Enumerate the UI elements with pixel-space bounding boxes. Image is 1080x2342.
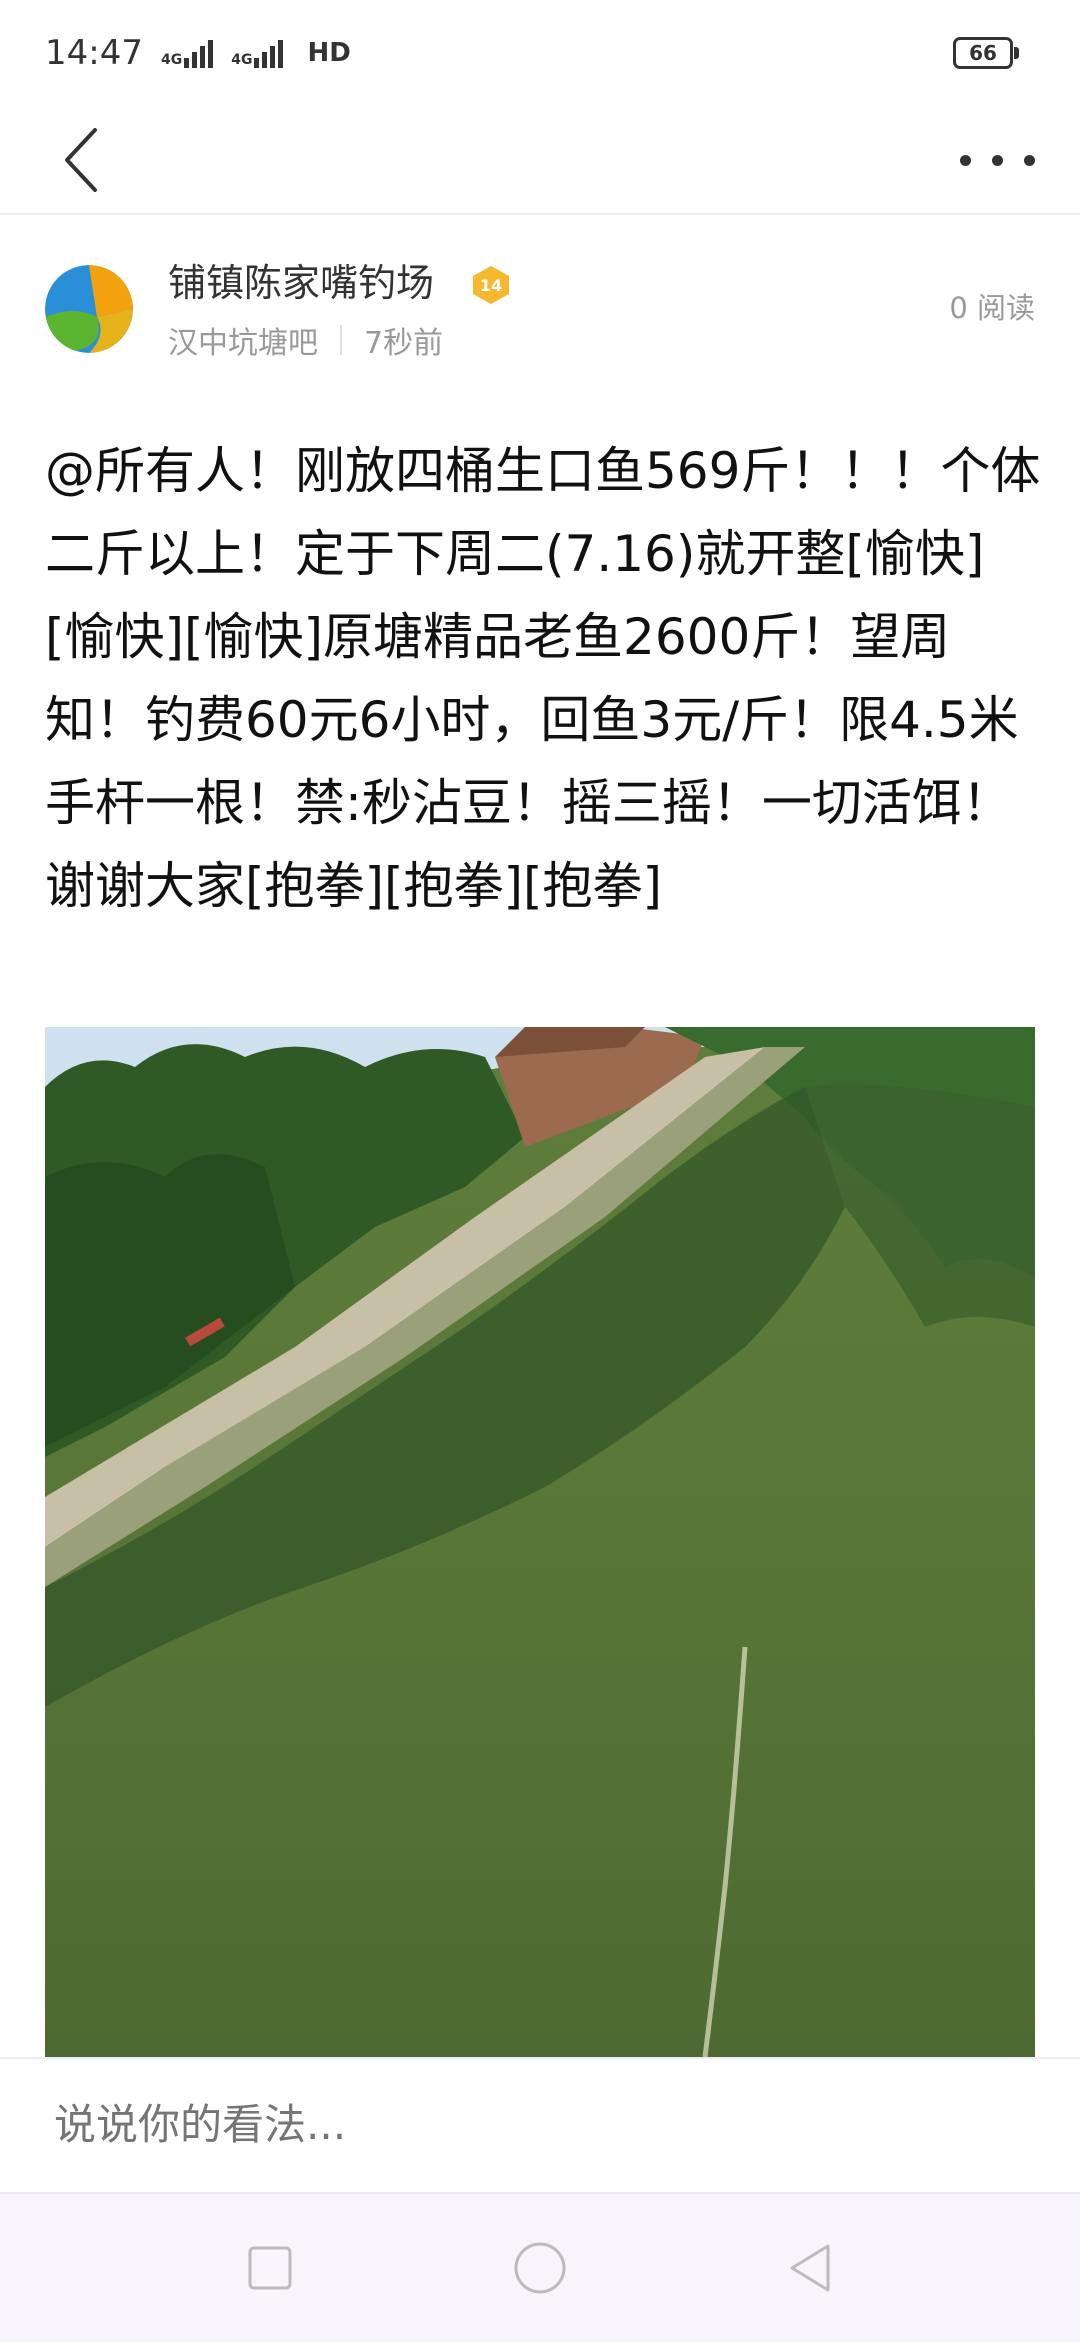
- level-badge-icon: 14: [473, 266, 509, 304]
- post-content-text: @所有人！刚放四桶生口鱼569斤！！！个体二斤以上！定于下周二(7.16)就开整…: [45, 442, 1041, 915]
- status-time: 14:47: [45, 32, 143, 73]
- author-name[interactable]: 铺镇陈家嘴钓场: [168, 252, 434, 307]
- top-nav-bar: [0, 105, 1080, 215]
- home-button[interactable]: [510, 2238, 570, 2298]
- more-dot-icon: [992, 154, 1003, 166]
- meta-divider: [340, 325, 342, 355]
- back-button[interactable]: [55, 120, 115, 200]
- post-meta: 汉中坑塘吧 7秒前: [168, 318, 443, 362]
- chevron-left-icon: [65, 128, 97, 192]
- status-left: 14:47 4G 4G HD: [45, 33, 351, 73]
- recents-button[interactable]: [240, 2238, 300, 2298]
- triangle-back-icon: [790, 2244, 830, 2292]
- battery-icon: 66: [953, 36, 1019, 69]
- battery-level: 66: [969, 40, 997, 65]
- signal-bars-2-icon: [254, 38, 284, 68]
- avatar-logo-icon: [45, 265, 133, 353]
- forum-name[interactable]: 汉中坑塘吧: [168, 318, 318, 362]
- author-avatar[interactable]: [45, 265, 133, 353]
- circle-icon: [514, 2242, 566, 2294]
- read-count: 0 阅读: [949, 291, 1035, 325]
- comment-input[interactable]: [52, 2099, 956, 2150]
- more-options-button[interactable]: [960, 135, 1035, 185]
- post-image[interactable]: [45, 1027, 1035, 2057]
- more-dot-icon: [1024, 154, 1035, 166]
- hd-voice-indicator: HD: [307, 37, 351, 68]
- post-header: 铺镇陈家嘴钓场 14 汉中坑塘吧 7秒前 0 阅读: [0, 240, 1080, 380]
- network-type-1: 4G: [160, 51, 183, 68]
- square-icon: [248, 2246, 292, 2290]
- signal-2: 4G: [231, 38, 284, 68]
- network-type-2: 4G: [231, 51, 253, 68]
- status-bar: 14:47 4G 4G HD 66: [0, 0, 1080, 105]
- pond-photo: [45, 1027, 1035, 2057]
- signal-bars-1-icon: [184, 38, 214, 68]
- signal-1: 4G: [160, 38, 214, 68]
- comment-bar: [0, 2057, 1080, 2192]
- system-back-button[interactable]: [780, 2238, 840, 2298]
- more-dot-icon: [960, 154, 971, 166]
- post-time: 7秒前: [364, 326, 444, 361]
- level-badge-text: 14: [480, 276, 502, 295]
- system-nav-bar: [0, 2192, 1080, 2342]
